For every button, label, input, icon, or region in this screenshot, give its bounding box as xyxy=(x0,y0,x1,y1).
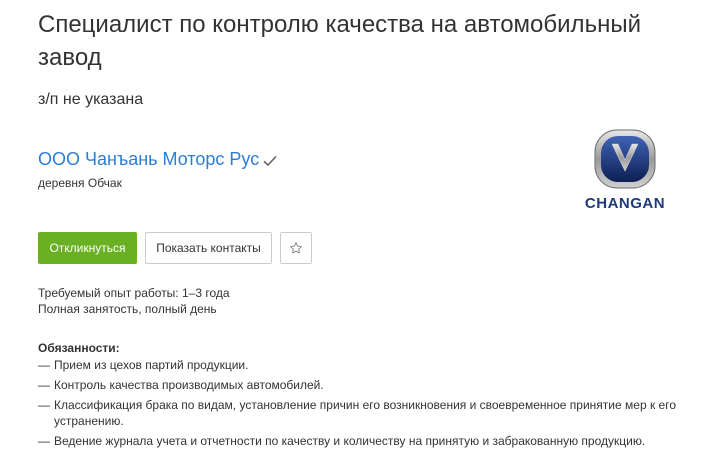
list-item-text: Классификация брака по видам, установлен… xyxy=(54,398,676,428)
salary-text: з/п не указана xyxy=(38,91,144,108)
list-item-text: Ведение журнала учета и отчетности по ка… xyxy=(54,434,646,448)
list-item: — Ведение журнала учета и отчетности по … xyxy=(38,433,698,449)
company-location: деревня Обчак xyxy=(38,176,122,190)
responsibilities-title: Обязанности: xyxy=(38,341,120,355)
changan-logo-icon: CHANGAN xyxy=(585,129,665,212)
company-row: ООО Чанъань Моторс Рус xyxy=(38,147,277,171)
vacancy-title: Специалист по контролю качества на автом… xyxy=(38,11,641,71)
responsibilities-section: Обязанности: — Прием из цехов партий про… xyxy=(38,340,698,453)
list-item: — Классификация брака по видам, установл… xyxy=(38,397,698,429)
list-item-text: Контроль качества производимых автомобил… xyxy=(54,378,324,392)
check-icon xyxy=(263,155,277,167)
company-name-link[interactable]: ООО Чанъань Моторс Рус xyxy=(38,147,259,171)
list-dash: — xyxy=(38,434,50,448)
logo-wordmark: CHANGAN xyxy=(585,195,665,212)
company-logo[interactable]: CHANGAN xyxy=(575,128,675,214)
star-icon xyxy=(290,242,302,254)
list-dash: — xyxy=(38,378,50,392)
list-item: — Контроль качества производимых автомоб… xyxy=(38,377,698,393)
favorite-button[interactable] xyxy=(280,232,312,264)
respond-button[interactable]: Откликнуться xyxy=(38,232,137,264)
list-dash: — xyxy=(38,398,50,412)
employment-text: Полная занятость, полный день xyxy=(38,302,217,316)
job-details: Требуемый опыт работы: 1–3 года Полная з… xyxy=(38,285,230,317)
list-item-text: Прием из цехов партий продукции. xyxy=(54,358,249,372)
experience-text: Требуемый опыт работы: 1–3 года xyxy=(38,286,230,300)
responsibilities-list: — Прием из цехов партий продукции. — Кон… xyxy=(38,357,698,449)
show-contacts-button[interactable]: Показать контакты xyxy=(145,232,272,264)
list-dash: — xyxy=(38,358,50,372)
list-item: — Прием из цехов партий продукции. xyxy=(38,357,698,373)
